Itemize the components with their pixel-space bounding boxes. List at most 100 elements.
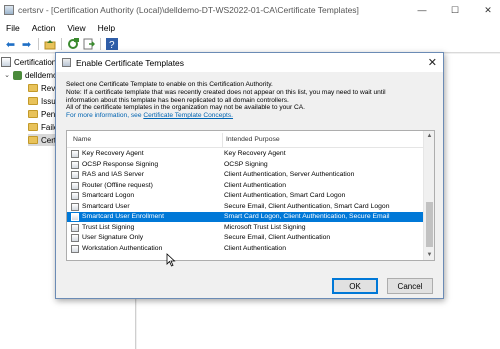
template-intended-purpose: Client Authentication, Smart Card Logon (224, 192, 346, 199)
menu-file[interactable]: File (0, 23, 26, 33)
tree-folder-label: Issu (41, 96, 56, 106)
cancel-button[interactable]: Cancel (387, 278, 433, 294)
certificate-authority-icon (1, 57, 11, 67)
certificate-template-icon (71, 150, 79, 158)
certificate-template-icon (71, 202, 79, 211)
close-icon[interactable]: ✕ (428, 56, 437, 69)
tree-folder-failed[interactable]: Faile (28, 121, 58, 133)
template-name: Smartcard Logon (82, 192, 135, 199)
close-window-button[interactable]: ✕ (477, 0, 499, 20)
menu-help[interactable]: Help (92, 23, 121, 33)
certificate-template-icon (71, 213, 79, 221)
template-name: Router (Offline request) (82, 181, 153, 189)
menu-action[interactable]: Action (26, 23, 62, 33)
template-intended-purpose: Secure Email, Client Authentication (224, 234, 331, 241)
menu-bar: File Action View Help (0, 20, 500, 36)
scroll-down-arrow-icon[interactable]: ▼ (424, 250, 434, 260)
template-row[interactable]: User Signature Only Secure Email, Client … (67, 233, 424, 243)
template-row[interactable]: Smartcard User Enrollment Smart Card Logo… (67, 212, 424, 222)
template-row[interactable]: RAS and IAS Server Client Authentication,… (67, 170, 424, 180)
folder-icon (28, 123, 38, 131)
minimize-button[interactable]: — (411, 0, 433, 20)
tree-root[interactable]: Certification (1, 56, 56, 68)
column-separator[interactable] (222, 133, 223, 147)
template-name: RAS and IAS Server (82, 171, 144, 178)
template-name: Smartcard User (82, 202, 130, 210)
tree-folder-label: Pen (41, 109, 56, 119)
certificate-template-concepts-link[interactable]: Certificate Template Concepts. (143, 112, 233, 119)
svg-text:?: ? (109, 40, 115, 50)
folder-icon (28, 97, 38, 105)
maximize-button[interactable]: ☐ (444, 0, 466, 20)
template-intended-purpose: Client Authentication, Server Authentica… (224, 171, 355, 178)
template-intended-purpose: Microsoft Trust List Signing (224, 223, 306, 231)
help-icon[interactable]: ? (104, 37, 119, 51)
column-header-intended-purpose[interactable]: Intended Purpose (226, 136, 280, 143)
description-line: All of the certificate templates in the … (66, 104, 305, 112)
scroll-up-arrow-icon[interactable]: ▲ (424, 131, 434, 141)
chevron-down-icon[interactable]: ⌄ (3, 71, 11, 79)
menu-view[interactable]: View (61, 23, 91, 33)
column-header-name[interactable]: Name (73, 136, 91, 143)
certificate-template-icon (71, 223, 79, 232)
template-row[interactable]: Smartcard User Secure Email, Client Authe… (67, 202, 424, 212)
tree-ca-node[interactable]: ⌄ delldemo (3, 69, 57, 81)
template-intended-purpose: OCSP Signing (224, 160, 268, 168)
forward-arrow-icon[interactable]: ➡ (19, 37, 34, 51)
more-info-line: For more information, see Certificate Te… (66, 112, 436, 120)
window-titlebar: certsrv - [Certification Authority (Loca… (0, 0, 500, 20)
tree-folder-certificate-templates[interactable]: Cert (28, 134, 58, 146)
list-header: Name Intended Purpose (67, 131, 424, 148)
ok-button[interactable]: OK (332, 278, 378, 294)
tree-folder-issued[interactable]: Issu (28, 95, 56, 107)
certificate-template-icon (71, 160, 79, 169)
template-list[interactable]: Name Intended Purpose Key Recovery Agent… (66, 130, 435, 261)
description-line: information about this template has been… (66, 96, 289, 104)
dialog-description: Select one Certificate Template to enabl… (66, 81, 436, 120)
more-info-text: For more information, see (66, 112, 142, 120)
template-name: Trust List Signing (82, 223, 135, 231)
list-scrollbar[interactable]: ▲ ▼ (423, 131, 434, 260)
template-row[interactable]: Smartcard Logon Client Authentication, Sm… (67, 191, 424, 201)
toolbar-separator (61, 38, 62, 50)
tree-folder-label: Cert (41, 135, 57, 145)
template-name: Workstation Authentication (82, 244, 163, 252)
back-arrow-icon[interactable]: ⬅ (3, 37, 18, 51)
template-intended-purpose: Smart Card Logon, Client Authentication,… (224, 213, 390, 220)
template-name: Smartcard User Enrollment (82, 213, 164, 220)
template-intended-purpose: Client Authentication (224, 181, 286, 189)
template-row[interactable]: Trust List Signing Microsoft Trust List S… (67, 223, 424, 233)
folder-icon (28, 110, 38, 118)
certificate-icon (62, 58, 71, 67)
export-list-icon[interactable] (81, 37, 96, 51)
ca-server-icon (13, 70, 22, 80)
folder-icon (28, 84, 38, 92)
refresh-icon[interactable] (65, 37, 80, 51)
template-row[interactable]: Router (Offline request) Client Authentic… (67, 181, 424, 191)
template-intended-purpose: Client Authentication (224, 244, 286, 252)
template-row[interactable]: Key Recovery Agent Key Recovery Agent (67, 149, 424, 159)
toolbar-separator (100, 38, 101, 50)
window-title: certsrv - [Certification Authority (Loca… (18, 5, 359, 15)
template-row[interactable]: OCSP Response Signing OCSP Signing (67, 160, 424, 170)
dialog-title: Enable Certificate Templates (76, 57, 185, 68)
tree-ca-label: delldemo (25, 70, 58, 80)
certsrv-app-icon (4, 5, 14, 15)
mouse-pointer-icon (166, 253, 176, 267)
folder-icon (28, 136, 38, 144)
certificate-template-icon (71, 181, 79, 190)
template-intended-purpose: Secure Email, Client Authentication, Sma… (224, 202, 390, 210)
certificate-template-icon (71, 244, 79, 253)
certificate-template-icon (71, 171, 79, 179)
certificate-template-icon (71, 234, 79, 242)
dialog-titlebar: Enable Certificate Templates ✕ (56, 53, 443, 72)
up-folder-icon[interactable] (42, 37, 57, 51)
certificate-template-icon (71, 192, 79, 200)
template-row[interactable]: Workstation Authentication Client Authent… (67, 244, 424, 254)
template-name: User Signature Only (82, 234, 144, 241)
tree-folder-pending[interactable]: Pen (28, 108, 55, 120)
toolbar: ⬅ ➡ ? (0, 36, 500, 53)
template-name: Key Recovery Agent (82, 150, 144, 157)
enable-certificate-templates-dialog: Enable Certificate Templates ✕ Select on… (55, 52, 444, 299)
scrollbar-thumb[interactable] (426, 202, 433, 247)
